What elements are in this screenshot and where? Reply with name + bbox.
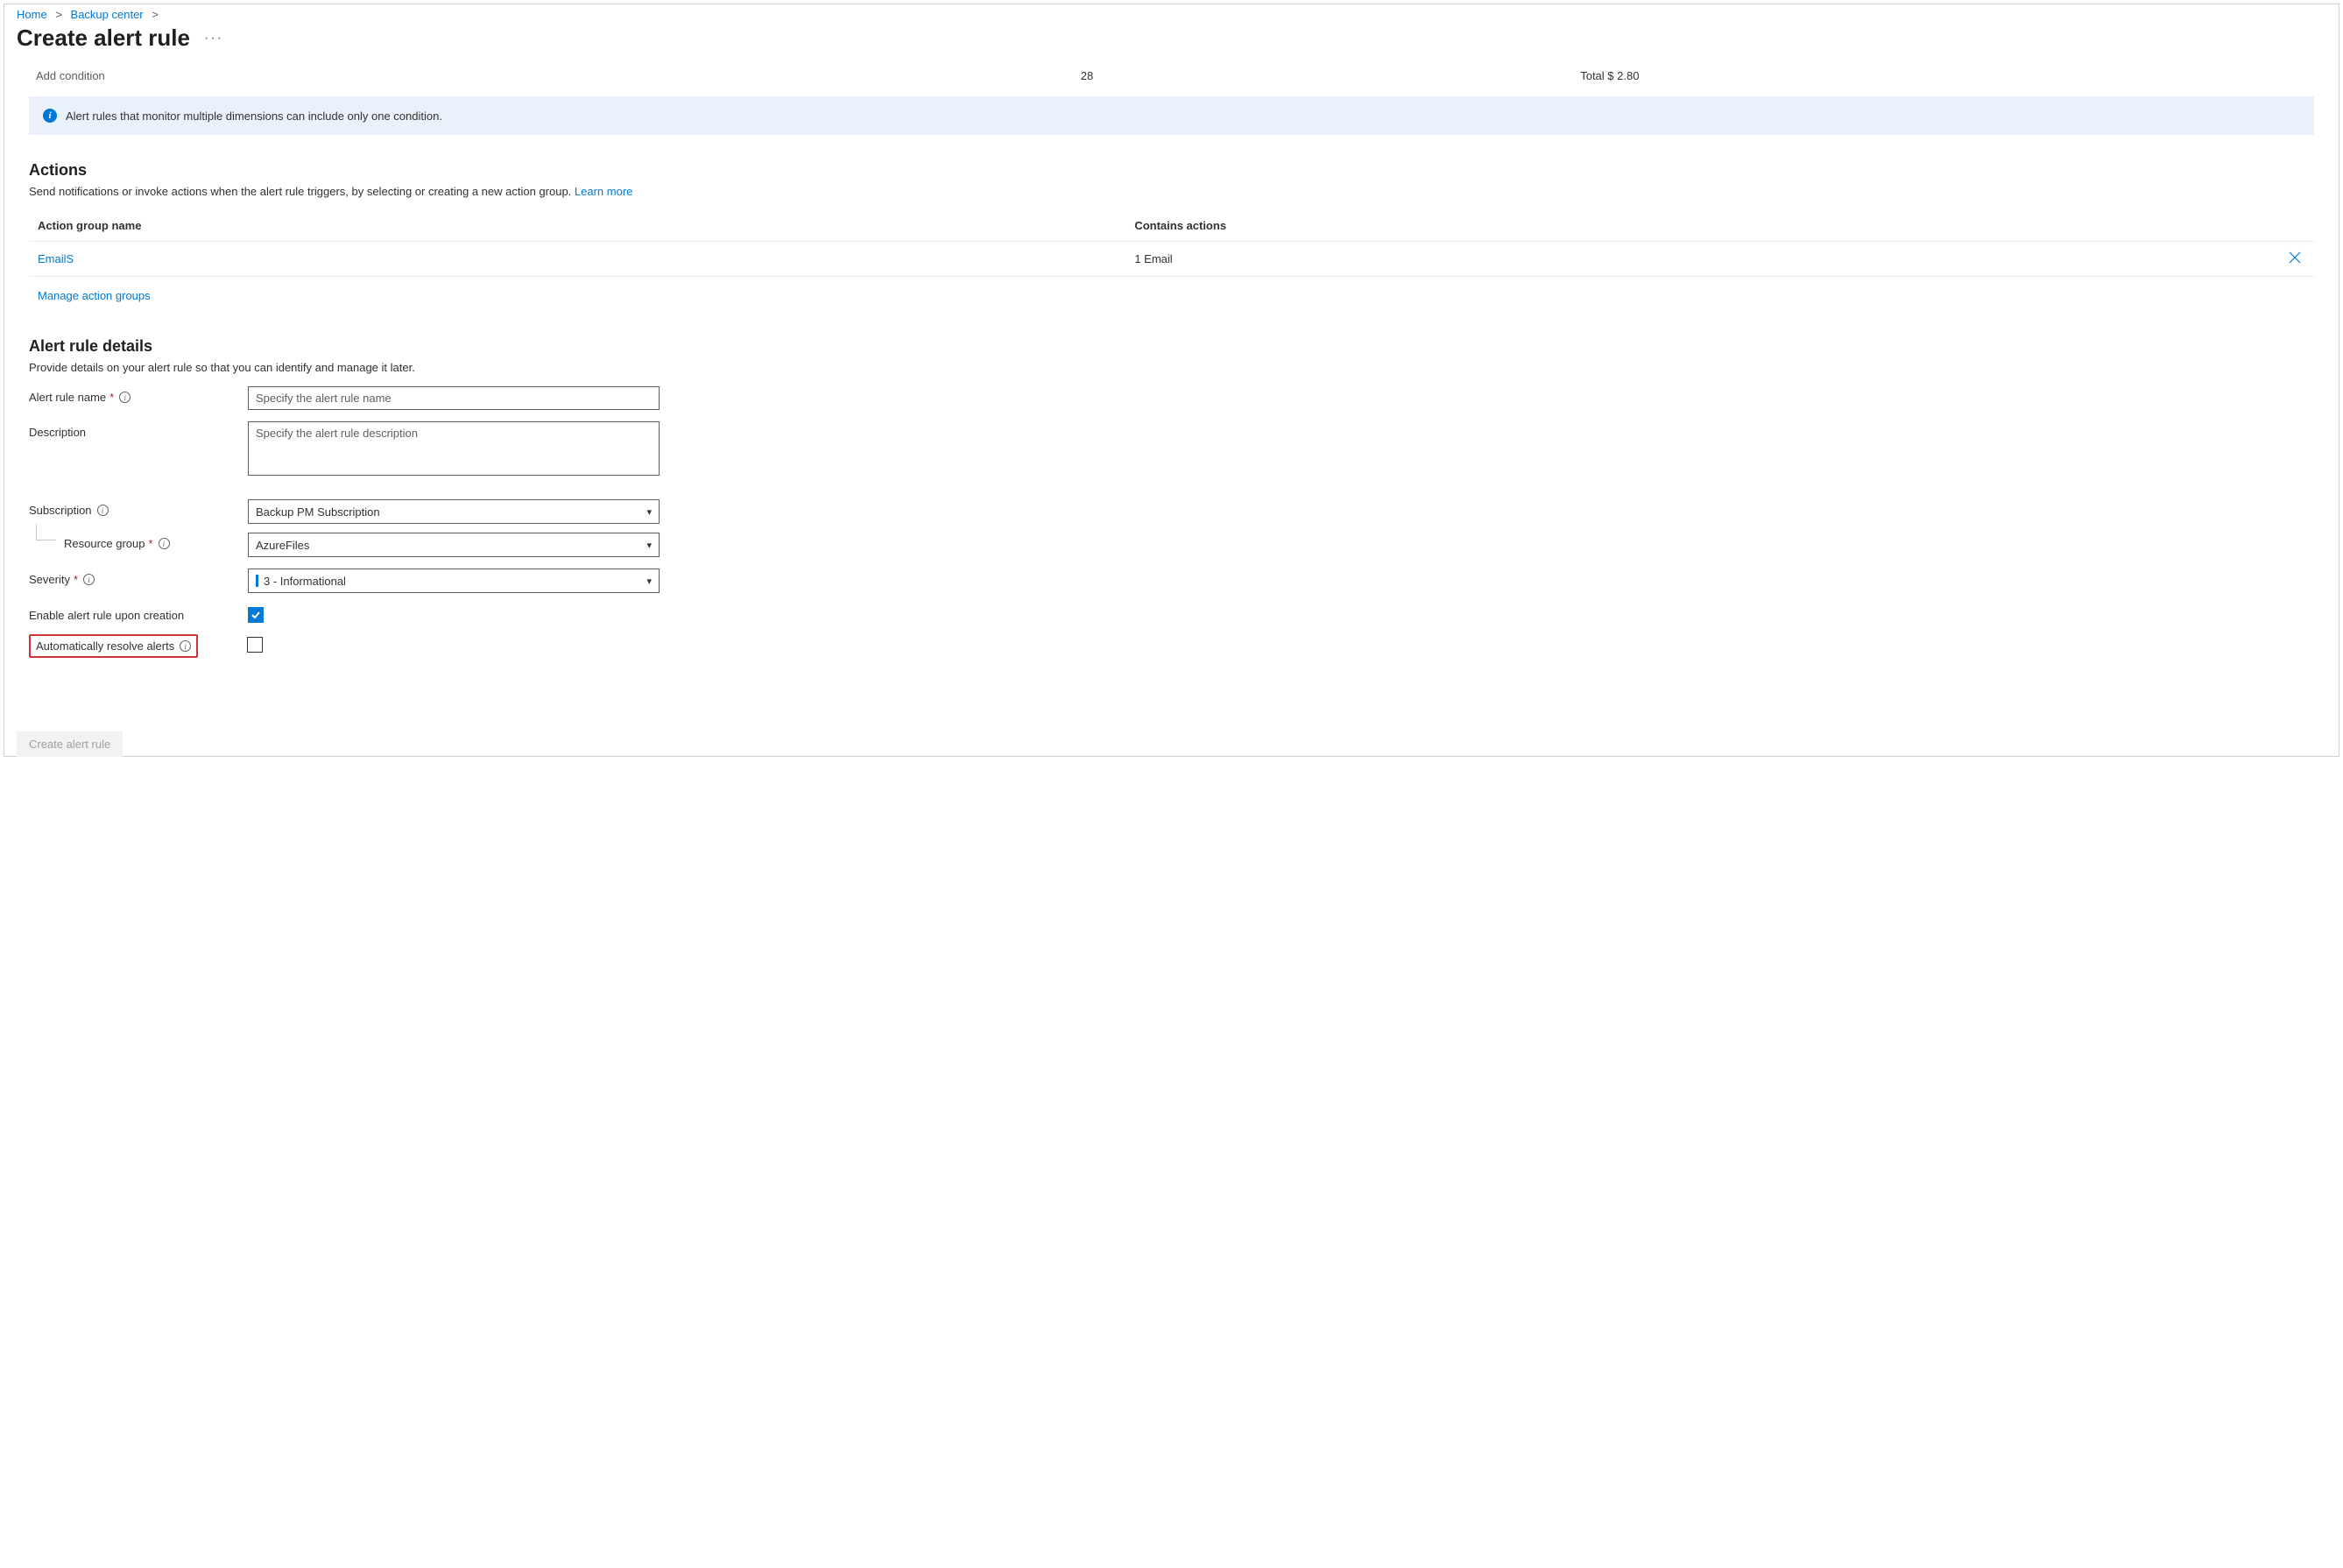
details-heading: Alert rule details xyxy=(29,337,2314,356)
actions-description: Send notifications or invoke actions whe… xyxy=(29,185,2314,198)
chevron-down-icon: ▾ xyxy=(646,540,652,551)
auto-resolve-label-wrap: Automatically resolve alerts i xyxy=(29,634,198,658)
check-icon xyxy=(251,610,261,620)
chevron-right-icon: > xyxy=(152,8,159,21)
col-contains-actions: Contains actions xyxy=(1126,210,2279,242)
page-title: Create alert rule xyxy=(17,25,190,52)
close-icon xyxy=(2288,251,2302,265)
table-row: EmailS 1 Email xyxy=(29,242,2314,277)
remove-action-group-button[interactable] xyxy=(2279,242,2314,277)
auto-resolve-checkbox[interactable] xyxy=(247,637,263,653)
subscription-value: Backup PM Subscription xyxy=(256,505,380,519)
info-banner: i Alert rules that monitor multiple dime… xyxy=(29,96,2314,135)
condition-count: 28 xyxy=(1081,69,1580,82)
info-icon[interactable]: i xyxy=(83,574,95,585)
breadcrumb-backup-center[interactable]: Backup center xyxy=(71,8,144,21)
auto-resolve-highlight: Automatically resolve alerts i xyxy=(29,634,198,658)
details-description: Provide details on your alert rule so th… xyxy=(29,361,2314,374)
enable-rule-checkbox[interactable] xyxy=(248,607,264,623)
alert-rule-name-input[interactable] xyxy=(248,386,660,410)
info-icon[interactable]: i xyxy=(119,392,131,403)
severity-select[interactable]: 3 - Informational ▾ xyxy=(248,569,660,593)
severity-color-marker xyxy=(256,575,258,587)
action-group-link[interactable]: EmailS xyxy=(38,252,74,265)
add-condition-label[interactable]: Add condition xyxy=(36,69,1081,82)
create-alert-rule-button[interactable]: Create alert rule xyxy=(17,731,123,757)
resource-group-value: AzureFiles xyxy=(256,539,309,552)
chevron-right-icon: > xyxy=(55,8,62,21)
severity-label: Severity * i xyxy=(29,569,248,586)
info-icon: i xyxy=(43,109,57,123)
required-mark: * xyxy=(74,573,78,586)
info-banner-text: Alert rules that monitor multiple dimens… xyxy=(66,109,442,123)
enable-rule-label: Enable alert rule upon creation xyxy=(29,604,248,622)
resource-group-select[interactable]: AzureFiles ▾ xyxy=(248,533,660,557)
info-icon[interactable]: i xyxy=(159,538,170,549)
auto-resolve-label: Automatically resolve alerts xyxy=(36,639,174,653)
actions-heading: Actions xyxy=(29,161,2314,180)
resource-group-label: Resource group * i xyxy=(29,533,248,550)
subscription-select[interactable]: Backup PM Subscription ▾ xyxy=(248,499,660,524)
more-actions-button[interactable]: ··· xyxy=(204,31,223,46)
col-action-group-name: Action group name xyxy=(29,210,1126,242)
action-group-contains: 1 Email xyxy=(1126,242,2279,277)
required-mark: * xyxy=(109,391,114,404)
severity-value: 3 - Informational xyxy=(264,575,346,588)
info-icon[interactable]: i xyxy=(180,640,191,652)
alert-rule-name-label: Alert rule name * i xyxy=(29,386,248,404)
breadcrumb-home[interactable]: Home xyxy=(17,8,47,21)
condition-total: Total $ 2.80 xyxy=(1580,69,1639,82)
manage-action-groups-link[interactable]: Manage action groups xyxy=(29,282,159,302)
chevron-down-icon: ▾ xyxy=(646,576,652,587)
alert-rule-details-section: Alert rule details Provide details on yo… xyxy=(4,337,2339,658)
chevron-down-icon: ▾ xyxy=(646,506,652,518)
description-label: Description xyxy=(29,421,248,439)
subscription-label: Subscription i xyxy=(29,499,248,517)
required-mark: * xyxy=(149,537,153,550)
description-input[interactable] xyxy=(248,421,660,476)
condition-summary: Add condition 28 Total $ 2.80 xyxy=(4,66,2339,96)
breadcrumb: Home > Backup center > xyxy=(4,4,2339,23)
actions-section: Actions Send notifications or invoke act… xyxy=(4,161,2339,302)
info-icon[interactable]: i xyxy=(97,505,109,516)
learn-more-link[interactable]: Learn more xyxy=(575,185,632,198)
action-groups-table: Action group name Contains actions Email… xyxy=(29,210,2314,277)
